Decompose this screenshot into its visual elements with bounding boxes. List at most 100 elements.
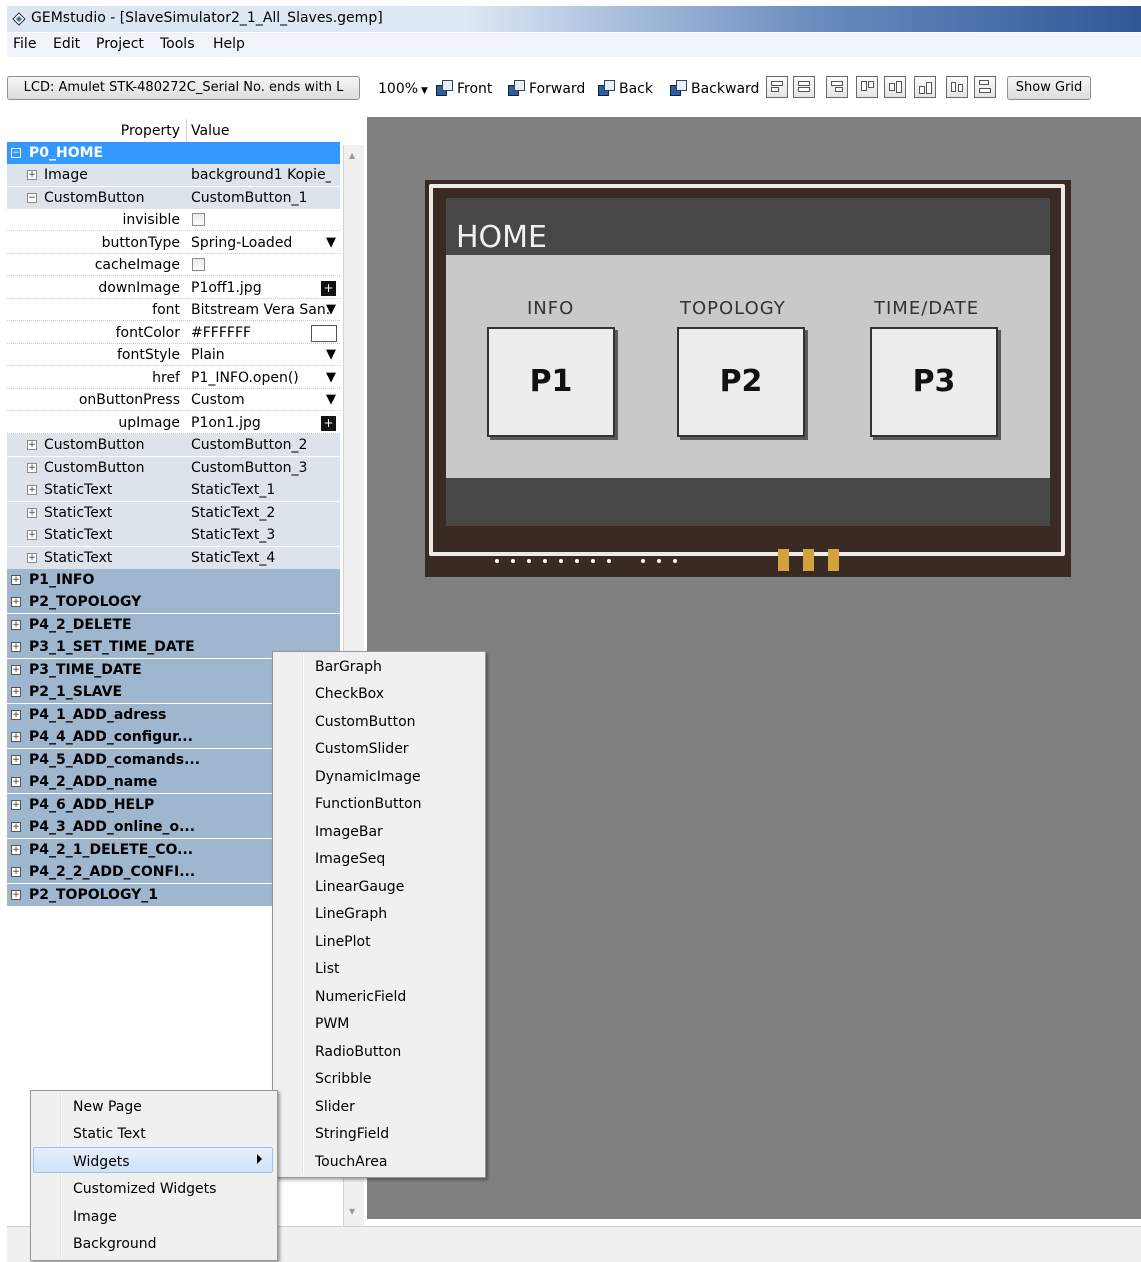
tree-row-child[interactable]: + StaticText StaticText_4 (7, 547, 340, 569)
prop-row-cacheimage[interactable]: cacheImage (7, 254, 340, 276)
align-top-button[interactable] (856, 76, 878, 98)
expand-icon[interactable]: + (11, 822, 21, 832)
menu-file[interactable]: File (13, 36, 36, 52)
align-right-button[interactable] (826, 76, 848, 98)
browse-plus-icon[interactable]: + (321, 416, 336, 431)
widget-menu-item[interactable]: ImageSeq (315, 851, 385, 867)
tree-row-child[interactable]: + StaticText StaticText_3 (7, 524, 340, 546)
tree-row-image[interactable]: + Image background1 Kopie_1 (7, 164, 340, 186)
menu-item-static-text[interactable]: Static Text (73, 1126, 146, 1142)
menu-item-new-page[interactable]: New Page (73, 1099, 142, 1115)
align-middle-button[interactable] (884, 76, 906, 98)
widget-menu-item[interactable]: List (315, 961, 339, 977)
collapse-icon[interactable]: − (27, 193, 37, 203)
expand-icon[interactable]: + (27, 553, 37, 563)
collapse-icon[interactable]: − (11, 148, 21, 158)
menu-item-widgets[interactable]: Widgets (73, 1154, 130, 1170)
dropdown-arrow-icon[interactable]: ▼ (326, 344, 336, 366)
expand-icon[interactable]: + (11, 890, 21, 900)
menu-item-image[interactable]: Image (73, 1209, 117, 1225)
expand-icon[interactable]: + (27, 485, 37, 495)
dropdown-arrow-icon[interactable]: ▼ (326, 232, 336, 254)
expand-icon[interactable]: + (27, 440, 37, 450)
distribute-horizontal-button[interactable] (946, 76, 968, 98)
lcd-screen[interactable]: HOME INFO TOPOLOGY TIME/DATE P1 P2 P3 (446, 198, 1050, 526)
tree-row-child[interactable]: + StaticText StaticText_2 (7, 502, 340, 524)
widget-menu-item[interactable]: ImageBar (315, 824, 383, 840)
menu-item-customized-widgets[interactable]: Customized Widgets (73, 1181, 216, 1197)
prop-row-upimage[interactable]: upImage P1on1.jpg + (7, 412, 340, 434)
menu-tools[interactable]: Tools (160, 36, 195, 52)
widget-menu-item[interactable]: NumericField (315, 989, 406, 1005)
widget-menu-item[interactable]: BarGraph (315, 659, 382, 675)
tree-row-custombutton[interactable]: − CustomButton CustomButton_1 (7, 187, 340, 209)
align-center-button[interactable] (793, 76, 815, 98)
distribute-vertical-button[interactable] (974, 76, 996, 98)
expand-icon[interactable]: + (11, 575, 21, 585)
dropdown-arrow-icon[interactable]: ▼ (326, 367, 336, 389)
widget-menu-item[interactable]: PWM (315, 1016, 349, 1032)
widget-menu-item[interactable]: CustomSlider (315, 741, 409, 757)
expand-icon[interactable]: + (11, 642, 21, 652)
send-to-back-button[interactable]: Back (598, 79, 653, 99)
page-row[interactable]: + P1_INFO (7, 569, 340, 591)
menu-help[interactable]: Help (213, 36, 245, 52)
scroll-down-arrow-icon[interactable]: ▼ (349, 1207, 355, 1216)
menu-edit[interactable]: Edit (53, 36, 80, 52)
widget-menu-item[interactable]: CheckBox (315, 686, 384, 702)
bring-to-front-button[interactable]: Front (436, 79, 492, 99)
widget-menu-item[interactable]: TouchArea (315, 1154, 387, 1170)
widget-menu-item[interactable]: Slider (315, 1099, 355, 1115)
expand-icon[interactable]: + (27, 530, 37, 540)
expand-icon[interactable]: + (11, 597, 21, 607)
page-row[interactable]: + P2_TOPOLOGY (7, 591, 340, 613)
tree-row-child[interactable]: + StaticText StaticText_1 (7, 479, 340, 501)
expand-icon[interactable]: + (11, 710, 21, 720)
tree-row-child[interactable]: + CustomButton CustomButton_2 (7, 434, 340, 456)
expand-icon[interactable]: + (27, 463, 37, 473)
color-swatch[interactable] (311, 325, 337, 342)
property-column-header[interactable]: Property (121, 123, 180, 139)
bring-forward-button[interactable]: Forward (508, 79, 585, 99)
dropdown-arrow-icon[interactable]: ▼ (326, 389, 336, 411)
prop-row-buttontype[interactable]: buttonType Spring-Loaded ▼ (7, 232, 340, 254)
expand-icon[interactable]: + (11, 665, 21, 675)
widget-menu-item[interactable]: DynamicImage (315, 769, 421, 785)
expand-icon[interactable]: + (11, 800, 21, 810)
lcd-button-p2[interactable]: P2 (677, 327, 805, 437)
page-row[interactable]: + P4_2_DELETE (7, 614, 340, 636)
menu-item-background[interactable]: Background (73, 1236, 157, 1252)
prop-row-font[interactable]: font Bitstream Vera San... ▼ (7, 299, 340, 321)
expand-icon[interactable]: + (11, 845, 21, 855)
dropdown-arrow-icon[interactable]: ▼ (326, 299, 336, 321)
cacheimage-checkbox[interactable] (192, 258, 205, 271)
prop-row-invisible[interactable]: invisible (7, 209, 340, 231)
value-column-header[interactable]: Value (191, 123, 229, 139)
tree-row-child[interactable]: + CustomButton CustomButton_3 (7, 457, 340, 479)
page-row-p0-home[interactable]: − P0_HOME (7, 142, 340, 164)
lcd-button-p1[interactable]: P1 (487, 327, 615, 437)
expand-icon[interactable]: + (27, 170, 37, 180)
lcd-select-button[interactable]: LCD: Amulet STK-480272C_Serial No. ends … (7, 76, 360, 100)
expand-icon[interactable]: + (11, 732, 21, 742)
invisible-checkbox[interactable] (192, 213, 205, 226)
zoom-dropdown[interactable]: 100% ▼ (378, 79, 428, 99)
prop-row-href[interactable]: href P1_INFO.open() ▼ (7, 367, 340, 389)
lcd-button-p3[interactable]: P3 (870, 327, 998, 437)
widget-menu-item[interactable]: RadioButton (315, 1044, 401, 1060)
scroll-up-arrow-icon[interactable]: ▲ (349, 151, 355, 160)
expand-icon[interactable]: + (11, 867, 21, 877)
expand-icon[interactable]: + (11, 777, 21, 787)
widget-menu-item[interactable]: LinearGauge (315, 879, 404, 895)
widget-menu-item[interactable]: LinePlot (315, 934, 371, 950)
prop-row-downimage[interactable]: downImage P1off1.jpg + (7, 277, 340, 299)
show-grid-button[interactable]: Show Grid (1007, 76, 1091, 100)
prop-row-onbuttonpress[interactable]: onButtonPress Custom ▼ (7, 389, 340, 411)
expand-icon[interactable]: + (27, 508, 37, 518)
widget-menu-item[interactable]: Scribble (315, 1071, 372, 1087)
widget-menu-item[interactable]: StringField (315, 1126, 389, 1142)
align-bottom-button[interactable] (914, 76, 936, 98)
expand-icon[interactable]: + (11, 687, 21, 697)
widget-menu-item[interactable]: LineGraph (315, 906, 387, 922)
expand-icon[interactable]: + (11, 620, 21, 630)
